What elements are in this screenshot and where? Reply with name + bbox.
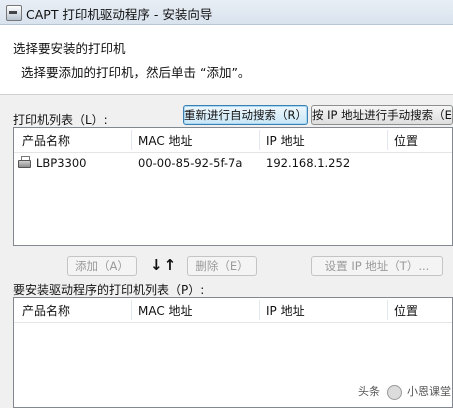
column-location[interactable]: 位置 [394, 132, 418, 149]
auto-search-button[interactable]: 重新进行自动搜索（R） [183, 105, 308, 125]
printer-list[interactable]: 产品名称 MAC 地址 IP 地址 位置 LBP3300 00-00-85-92… [13, 127, 453, 246]
column-divider[interactable] [259, 300, 260, 320]
column-divider[interactable] [131, 300, 132, 320]
watermark-brand: 头条 [358, 385, 380, 398]
set-ip-address-button[interactable]: 设置 IP 地址（T）... [311, 256, 443, 276]
printer-name: LBP3300 [36, 156, 87, 170]
watermark-author: 小恩课堂 [407, 385, 451, 398]
printer-row[interactable]: LBP3300 00-00-85-92-5f-7a 192.168.1.252 [14, 153, 452, 173]
install-list-label: 要安装驱动程序的打印机列表（P）: [13, 283, 205, 297]
wizard-header: 选择要安装的打印机 选择要添加的打印机，然后单击 “添加”。 [0, 25, 453, 95]
column-mac-address[interactable]: MAC 地址 [138, 132, 193, 149]
column-ip-address[interactable]: IP 地址 [266, 132, 305, 149]
column-divider[interactable] [131, 130, 132, 150]
delete-button[interactable]: 删除（E） [187, 256, 257, 276]
column-divider[interactable] [387, 130, 388, 150]
wizard-instructions: 选择要添加的打印机，然后单击 “添加”。 [21, 65, 251, 80]
manual-ip-search-button[interactable]: 按 IP 地址进行手动搜索（E） [311, 105, 453, 125]
printer-mac: 00-00-85-92-5f-7a [138, 156, 243, 170]
watermark: 头条 小恩课堂 [358, 383, 451, 400]
column-divider[interactable] [259, 130, 260, 150]
printer-ip: 192.168.1.252 [266, 156, 351, 170]
add-button[interactable]: 添加（A） [67, 256, 137, 276]
column-location[interactable]: 位置 [394, 302, 418, 319]
printer-icon [18, 156, 31, 169]
install-list-header: 产品名称 MAC 地址 IP 地址 位置 [14, 298, 452, 323]
watermark-avatar-icon [386, 384, 402, 400]
printer-list-label: 打印机列表（L）: [13, 113, 108, 127]
column-divider[interactable] [387, 300, 388, 320]
column-mac-address[interactable]: MAC 地址 [138, 302, 193, 319]
column-product-name[interactable]: 产品名称 [22, 302, 70, 319]
wizard-heading: 选择要安装的打印机 [13, 41, 126, 56]
printer-app-icon [6, 5, 22, 21]
column-product-name[interactable]: 产品名称 [22, 132, 70, 149]
move-arrows-icon: ↓↑ [150, 256, 178, 274]
column-ip-address[interactable]: IP 地址 [266, 302, 305, 319]
window-title-bar: CAPT 打印机驱动程序 - 安装向导 [0, 0, 453, 25]
window-title: CAPT 打印机驱动程序 - 安装向导 [26, 7, 213, 22]
printer-list-header: 产品名称 MAC 地址 IP 地址 位置 [14, 128, 452, 153]
